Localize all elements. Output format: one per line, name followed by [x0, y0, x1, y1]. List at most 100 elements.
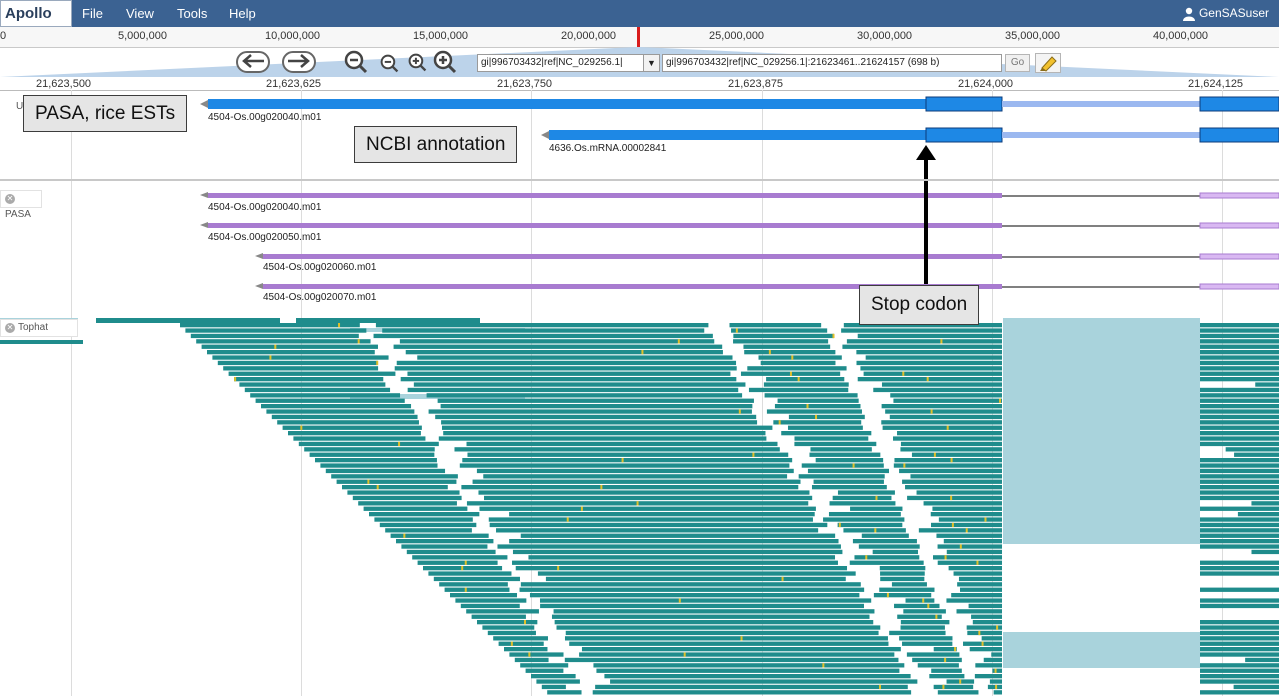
tophat-read[interactable] — [1225, 447, 1279, 452]
tophat-read[interactable] — [974, 674, 1002, 679]
tophat-read[interactable] — [918, 528, 1002, 533]
tophat-read[interactable] — [293, 436, 426, 441]
tophat-read[interactable] — [185, 328, 367, 333]
tophat-read[interactable] — [856, 350, 1002, 355]
tophat-read[interactable] — [437, 398, 754, 403]
tophat-read[interactable] — [266, 409, 415, 414]
tophat-read[interactable] — [405, 350, 723, 355]
tophat-read[interactable] — [946, 598, 1002, 603]
tophat-read[interactable] — [1200, 420, 1279, 425]
tophat-read[interactable] — [462, 458, 793, 463]
tophat-read[interactable] — [743, 344, 831, 349]
tophat-read[interactable] — [239, 382, 386, 387]
tophat-read[interactable] — [794, 441, 877, 447]
tophat-read[interactable] — [936, 533, 1002, 538]
tophat-read[interactable] — [1200, 393, 1279, 398]
tophat-read[interactable] — [923, 501, 1002, 506]
tophat-read[interactable] — [879, 587, 935, 592]
tophat-read[interactable] — [747, 366, 847, 371]
tophat-read[interactable] — [1200, 350, 1279, 355]
tophat-read[interactable] — [968, 603, 1002, 609]
tophat-read[interactable] — [455, 598, 527, 603]
tophat-read[interactable] — [471, 614, 526, 619]
tophat-read[interactable] — [547, 690, 582, 695]
tophat-read[interactable] — [823, 517, 905, 522]
tophat-read[interactable] — [1200, 533, 1279, 538]
tophat-read[interactable] — [406, 549, 496, 555]
tophat-read[interactable] — [854, 555, 920, 560]
tophat-read[interactable] — [450, 593, 518, 598]
tophat-read[interactable] — [815, 458, 884, 463]
tophat-read[interactable] — [933, 555, 1002, 560]
tophat-read[interactable] — [564, 657, 899, 663]
tophat-read[interactable] — [261, 404, 412, 409]
tophat-read[interactable] — [375, 323, 709, 328]
tophat-read[interactable] — [889, 414, 1002, 420]
tophat-read[interactable] — [412, 555, 508, 560]
tophat-read[interactable] — [863, 371, 1002, 376]
tophat-read[interactable] — [433, 576, 520, 582]
tophat-read[interactable] — [857, 377, 1002, 382]
user-feature-1[interactable] — [200, 96, 1279, 112]
tophat-read[interactable] — [1200, 522, 1279, 528]
tophat-read[interactable] — [610, 679, 918, 684]
tophat-read[interactable] — [1237, 512, 1279, 517]
tophat-read[interactable] — [358, 501, 457, 506]
tophat-read[interactable] — [1200, 485, 1279, 490]
tophat-read[interactable] — [417, 560, 498, 565]
tophat-read[interactable] — [320, 463, 438, 468]
tophat-read[interactable] — [1200, 339, 1279, 344]
tophat-read[interactable] — [1200, 506, 1279, 511]
tophat-read[interactable] — [394, 366, 737, 371]
tophat-read[interactable] — [1200, 652, 1279, 657]
tophat-read[interactable] — [399, 339, 715, 344]
tophat-read[interactable] — [531, 674, 576, 679]
tophat-read[interactable] — [763, 382, 849, 387]
tophat-read[interactable] — [484, 495, 813, 501]
tophat-read[interactable] — [1200, 425, 1279, 430]
tophat-read[interactable] — [841, 328, 1002, 333]
tophat-read[interactable] — [903, 609, 946, 614]
tophat-read[interactable] — [1200, 366, 1279, 371]
tophat-read[interactable] — [1200, 647, 1279, 652]
tophat-read[interactable] — [565, 630, 879, 636]
tophat-read[interactable] — [407, 387, 739, 393]
tophat-read[interactable] — [1200, 323, 1279, 328]
tophat-read[interactable] — [207, 350, 375, 355]
tophat-read[interactable] — [551, 614, 870, 619]
tophat-read[interactable] — [899, 636, 953, 641]
tophat-read[interactable] — [967, 630, 1002, 636]
pasa-feature[interactable] — [255, 253, 1279, 260]
tophat-read[interactable] — [882, 425, 1002, 430]
tophat-read[interactable] — [897, 431, 1002, 436]
tophat-read[interactable] — [1200, 333, 1279, 339]
tophat-read[interactable] — [396, 360, 737, 366]
tophat-read[interactable] — [514, 657, 549, 663]
tophat-read[interactable] — [1200, 458, 1279, 463]
tophat-read[interactable] — [1200, 679, 1279, 684]
tophat-read[interactable] — [477, 620, 538, 625]
tophat-read[interactable] — [987, 684, 1002, 690]
tophat-read[interactable] — [900, 620, 950, 625]
track-label-pasa[interactable]: ✕ PASA — [0, 190, 42, 220]
tophat-read[interactable] — [352, 495, 462, 501]
tophat-read[interactable] — [509, 512, 815, 517]
tophat-read[interactable] — [764, 393, 858, 398]
tophat-read[interactable] — [1200, 641, 1279, 646]
tophat-read[interactable] — [1200, 528, 1279, 533]
tophat-read[interactable] — [933, 684, 974, 690]
tophat-read[interactable] — [212, 355, 389, 360]
tophat-read[interactable] — [899, 468, 1002, 474]
tophat-read[interactable] — [905, 598, 935, 603]
tophat-read[interactable] — [336, 479, 457, 484]
tophat-read[interactable] — [325, 468, 446, 474]
tophat-read[interactable] — [766, 409, 862, 414]
tophat-read[interactable] — [1200, 441, 1279, 447]
tophat-read[interactable] — [733, 339, 829, 344]
tophat-read[interactable] — [373, 333, 713, 339]
tophat-read[interactable] — [1200, 674, 1279, 679]
pasa-feature[interactable] — [200, 222, 1279, 229]
pasa-feature[interactable] — [255, 283, 1279, 290]
tophat-read[interactable] — [946, 549, 1002, 555]
tophat-read[interactable] — [856, 360, 1002, 366]
